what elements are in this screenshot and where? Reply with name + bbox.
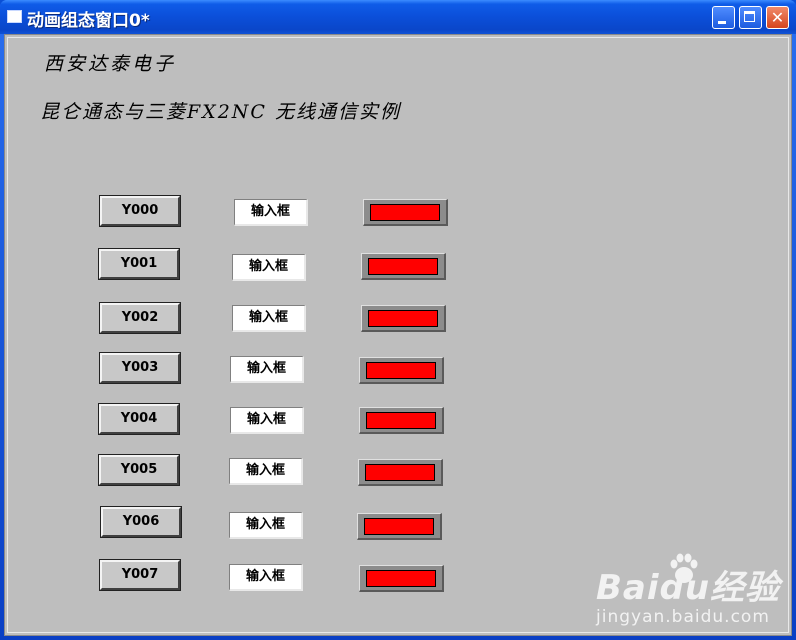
- y004-button[interactable]: Y004: [98, 403, 180, 435]
- y006-input[interactable]: 输入框: [229, 512, 303, 539]
- y001-input[interactable]: 输入框: [232, 254, 306, 281]
- canvas-area: [4, 34, 792, 636]
- watermark-url: jingyan.baidu.com: [596, 607, 770, 627]
- y003-lamp: [359, 357, 444, 384]
- window-icon: [7, 10, 22, 23]
- y000-lamp: [363, 199, 448, 226]
- lamp-indicator: [366, 412, 436, 429]
- lamp-indicator: [365, 464, 435, 481]
- y004-lamp: [359, 407, 444, 434]
- y005-input[interactable]: 输入框: [229, 458, 303, 485]
- y007-input[interactable]: 输入框: [229, 564, 303, 591]
- y002-input[interactable]: 输入框: [232, 305, 306, 332]
- y000-input[interactable]: 输入框: [234, 199, 308, 226]
- maximize-button[interactable]: [739, 6, 762, 29]
- y003-button[interactable]: Y003: [99, 352, 181, 384]
- company-label: 西安达泰电子: [44, 53, 177, 75]
- y007-button[interactable]: Y007: [99, 559, 181, 591]
- y001-button[interactable]: Y001: [98, 248, 180, 280]
- close-icon: ✕: [770, 8, 785, 27]
- title-bar[interactable]: 动画组态窗口0* ✕: [0, 0, 796, 34]
- watermark-logo: Baidu经验: [596, 568, 781, 608]
- y002-button[interactable]: Y002: [99, 302, 181, 334]
- y003-input[interactable]: 输入框: [230, 356, 304, 383]
- app-window: 动画组态窗口0* ✕ 西安达泰电子 昆仑通态与三菱FX2NC 无线通信实例 Y0…: [0, 0, 796, 640]
- y004-input[interactable]: 输入框: [230, 407, 304, 434]
- lamp-indicator: [364, 518, 434, 535]
- lamp-indicator: [368, 258, 438, 275]
- y001-lamp: [361, 253, 446, 280]
- close-button[interactable]: ✕: [766, 6, 789, 29]
- y005-lamp: [358, 459, 443, 486]
- y005-button[interactable]: Y005: [98, 454, 180, 486]
- baidu-watermark: Baidu经验 jingyan.baidu.com: [596, 560, 780, 627]
- lamp-indicator: [370, 204, 440, 221]
- minimize-button[interactable]: [712, 6, 735, 29]
- lamp-indicator: [366, 362, 436, 379]
- y006-button[interactable]: Y006: [100, 506, 182, 538]
- description-label: 昆仑通态与三菱FX2NC 无线通信实例: [40, 101, 402, 123]
- y002-lamp: [361, 305, 446, 332]
- lamp-indicator: [368, 310, 438, 327]
- y007-lamp: [359, 565, 444, 592]
- window-title: 动画组态窗口0*: [27, 11, 150, 31]
- y006-lamp: [357, 513, 442, 540]
- lamp-indicator: [366, 570, 436, 587]
- y000-button[interactable]: Y000: [99, 195, 181, 227]
